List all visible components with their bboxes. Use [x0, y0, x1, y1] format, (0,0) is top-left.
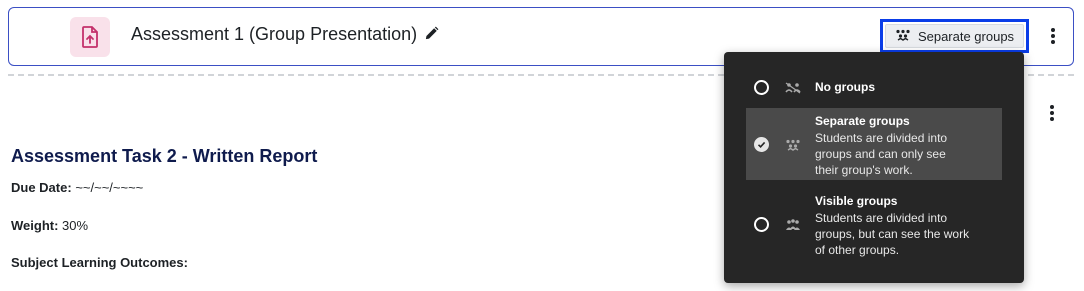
- description-line: groups, but can see the work: [815, 227, 970, 241]
- description-line: their group's work.: [815, 163, 913, 177]
- group-mode-menu: No groups Separate groups Students are d…: [724, 52, 1024, 283]
- menu-option-label: Visible groups: [815, 194, 898, 208]
- group-mode-button[interactable]: Separate groups: [880, 19, 1029, 53]
- menu-option-label: No groups: [815, 80, 875, 94]
- radio-separate-groups[interactable]: [754, 137, 769, 152]
- weight-label: Weight:: [11, 218, 59, 233]
- description-line: of other groups.: [815, 243, 900, 257]
- radio-visible-groups[interactable]: [754, 217, 769, 232]
- group-mode-button-inner[interactable]: Separate groups: [885, 24, 1024, 48]
- due-date-label: Due Date:: [11, 180, 72, 195]
- assignment-upload-icon[interactable]: [70, 17, 110, 57]
- group-mode-button-label: Separate groups: [917, 28, 1015, 44]
- weight-value: 30%: [62, 218, 89, 233]
- menu-option-separate-groups[interactable]: Separate groups Students are divided int…: [746, 108, 1002, 180]
- activity-title[interactable]: Assessment 1 (Group Presentation): [131, 24, 417, 45]
- visible-groups-icon: [785, 218, 801, 236]
- description-line: Students are divided into: [815, 211, 948, 225]
- menu-option-description: Students are divided into groups and can…: [815, 130, 947, 178]
- menu-option-visible-groups[interactable]: Visible groups Students are divided into…: [746, 188, 1002, 260]
- section-actions-kebab-icon[interactable]: [1050, 105, 1054, 121]
- outcomes-line: Subject Learning Outcomes:: [11, 255, 188, 270]
- outcomes-label: Subject Learning Outcomes:: [11, 255, 188, 270]
- activity-actions-kebab-icon[interactable]: [1051, 28, 1055, 44]
- radio-no-groups[interactable]: [754, 80, 769, 95]
- due-date-line: Due Date: ~~/~~/~~~~: [11, 180, 143, 195]
- weight-line: Weight: 30%: [11, 218, 88, 233]
- pencil-icon[interactable]: [424, 26, 439, 46]
- no-groups-icon: [785, 81, 801, 99]
- menu-option-no-groups[interactable]: No groups: [746, 74, 1002, 100]
- due-date-value: ~~/~~/~~~~: [75, 180, 144, 195]
- section-title: Assessment Task 2 - Written Report: [11, 146, 318, 166]
- menu-option-description: Students are divided into groups, but ca…: [815, 210, 969, 258]
- separate-groups-icon: [785, 138, 801, 156]
- description-line: groups and can only see: [815, 147, 946, 161]
- description-line: Students are divided into: [815, 131, 948, 145]
- separate-groups-icon: [895, 29, 911, 44]
- menu-option-label: Separate groups: [815, 114, 910, 128]
